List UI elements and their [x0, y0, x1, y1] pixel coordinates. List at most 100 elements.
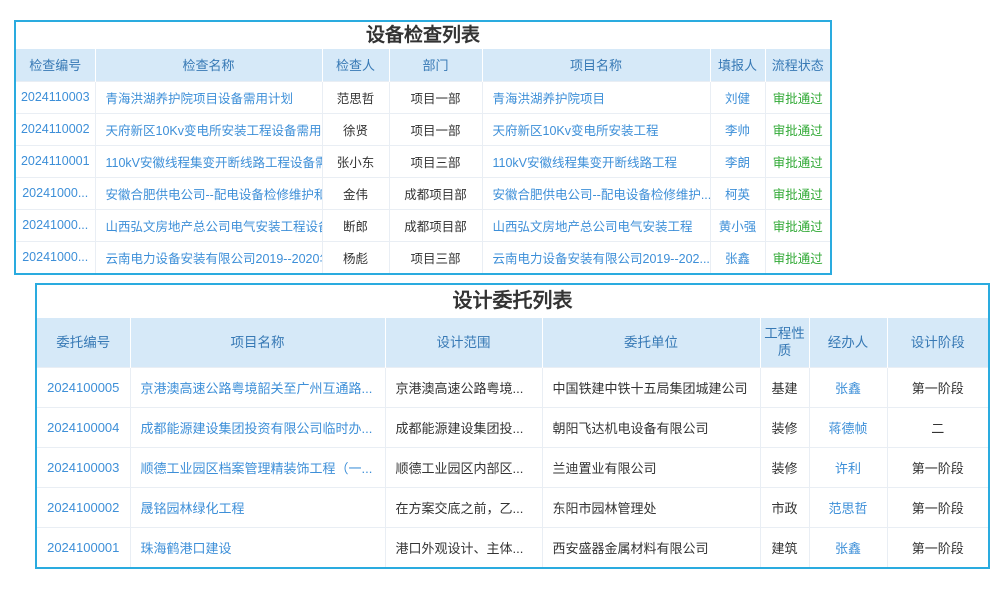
department-name: 成都项目部 [389, 177, 482, 209]
inspection-id-link[interactable]: 20241000... [16, 209, 95, 241]
commission-id-link[interactable]: 2024100001 [37, 527, 130, 567]
table-row: 2024110001110kV安徽线程集变开断线路工程设备需...张小东项目三部… [16, 145, 830, 177]
project-type: 装修 [760, 447, 809, 487]
equipment-inspection-list-panel: 设备检查列表 检查编号检查名称检查人部门项目名称填报人流程状态 20241100… [14, 20, 832, 275]
inspector-name: 范思哲 [322, 81, 389, 113]
client-unit: 西安盛器金属材料有限公司 [542, 527, 760, 567]
inspection-id-link[interactable]: 2024110002 [16, 113, 95, 145]
flow-status: 审批通过 [765, 113, 830, 145]
project-name-link[interactable]: 天府新区10Kv变电所安装工程 [482, 113, 710, 145]
table-row: 2024100004成都能源建设集团投资有限公司临时办...成都能源建设集团投.… [37, 407, 988, 447]
column-header-commission-id: 委托编号 [37, 318, 130, 367]
inspection-name-link[interactable]: 110kV安徽线程集变开断线路工程设备需... [95, 145, 322, 177]
inspection-name-link[interactable]: 云南电力设备安装有限公司2019--2020年... [95, 241, 322, 273]
flow-status: 审批通过 [765, 81, 830, 113]
project-name-link[interactable]: 京港澳高速公路粤境韶关至广州互通路... [130, 367, 385, 407]
commission-id-link[interactable]: 2024100003 [37, 447, 130, 487]
client-unit: 中国铁建中铁十五局集团城建公司 [542, 367, 760, 407]
design-list-title: 设计委托列表 [37, 285, 988, 318]
column-header-design-stage: 设计阶段 [887, 318, 988, 367]
column-header-project-type: 工程性质 [760, 318, 809, 367]
reporter-name-link[interactable]: 黄小强 [710, 209, 765, 241]
column-header-inspection-id: 检查编号 [16, 49, 95, 81]
department-name: 成都项目部 [389, 209, 482, 241]
table-row: 2024100002晟铭园林绿化工程在方案交底之前，乙...东阳市园林管理处市政… [37, 487, 988, 527]
client-unit: 朝阳飞达机电设备有限公司 [542, 407, 760, 447]
flow-status: 审批通过 [765, 145, 830, 177]
inspection-name-link[interactable]: 安徽合肥供电公司--配电设备检修维护和... [95, 177, 322, 209]
header-row: 委托编号项目名称设计范围委托单位工程性质经办人设计阶段 [37, 318, 988, 367]
reporter-name-link[interactable]: 李朗 [710, 145, 765, 177]
operator-name-link[interactable]: 许利 [809, 447, 887, 487]
inspection-name-link[interactable]: 山西弘文房地产总公司电气安装工程设备... [95, 209, 322, 241]
client-unit: 兰迪置业有限公司 [542, 447, 760, 487]
project-name-link[interactable]: 晟铭园林绿化工程 [130, 487, 385, 527]
operator-name-link[interactable]: 范思哲 [809, 487, 887, 527]
commission-id-link[interactable]: 2024100002 [37, 487, 130, 527]
design-scope: 成都能源建设集团投... [385, 407, 542, 447]
design-commission-table: 委托编号项目名称设计范围委托单位工程性质经办人设计阶段 2024100005京港… [37, 318, 988, 567]
reporter-name-link[interactable]: 刘健 [710, 81, 765, 113]
table-row: 20241000...安徽合肥供电公司--配电设备检修维护和...金伟成都项目部… [16, 177, 830, 209]
inspector-name: 张小东 [322, 145, 389, 177]
project-name-link[interactable]: 云南电力设备安装有限公司2019--202... [482, 241, 710, 273]
design-stage: 第一阶段 [887, 527, 988, 567]
column-header-operator-name: 经办人 [809, 318, 887, 367]
department-name: 项目一部 [389, 113, 482, 145]
flow-status: 审批通过 [765, 209, 830, 241]
design-scope: 京港澳高速公路粤境... [385, 367, 542, 407]
column-header-reporter-name: 填报人 [710, 49, 765, 81]
inspection-id-link[interactable]: 20241000... [16, 177, 95, 209]
project-name-link[interactable]: 安徽合肥供电公司--配电设备检修维护... [482, 177, 710, 209]
design-commission-list-panel: 设计委托列表 委托编号项目名称设计范围委托单位工程性质经办人设计阶段 20241… [35, 283, 990, 569]
operator-name-link[interactable]: 张鑫 [809, 527, 887, 567]
column-header-department-name: 部门 [389, 49, 482, 81]
commission-id-link[interactable]: 2024100004 [37, 407, 130, 447]
design-stage: 第一阶段 [887, 487, 988, 527]
equipment-inspection-table: 检查编号检查名称检查人部门项目名称填报人流程状态 2024110003青海洪湖养… [16, 49, 830, 273]
inspector-name: 徐贤 [322, 113, 389, 145]
project-type: 装修 [760, 407, 809, 447]
flow-status: 审批通过 [765, 177, 830, 209]
table-row: 20241000...山西弘文房地产总公司电气安装工程设备...断郎成都项目部山… [16, 209, 830, 241]
inspection-name-link[interactable]: 青海洪湖养护院项目设备需用计划 [95, 81, 322, 113]
table-row: 2024100003顺德工业园区档案管理精装饰工程（一...顺德工业园区内部区.… [37, 447, 988, 487]
inspection-id-link[interactable]: 2024110003 [16, 81, 95, 113]
reporter-name-link[interactable]: 柯英 [710, 177, 765, 209]
project-name-link[interactable]: 成都能源建设集团投资有限公司临时办... [130, 407, 385, 447]
column-header-inspector-name: 检查人 [322, 49, 389, 81]
project-name-link[interactable]: 珠海鹤港口建设 [130, 527, 385, 567]
column-header-flow-status: 流程状态 [765, 49, 830, 81]
flow-status: 审批通过 [765, 241, 830, 273]
client-unit: 东阳市园林管理处 [542, 487, 760, 527]
project-name-link[interactable]: 顺德工业园区档案管理精装饰工程（一... [130, 447, 385, 487]
table-row: 2024100001珠海鹤港口建设港口外观设计、主体...西安盛器金属材料有限公… [37, 527, 988, 567]
inspector-name: 金伟 [322, 177, 389, 209]
operator-name-link[interactable]: 张鑫 [809, 367, 887, 407]
column-header-design-scope: 设计范围 [385, 318, 542, 367]
department-name: 项目三部 [389, 145, 482, 177]
table-row: 2024110002天府新区10Kv变电所安装工程设备需用计划徐贤项目一部天府新… [16, 113, 830, 145]
project-name-link[interactable]: 青海洪湖养护院项目 [482, 81, 710, 113]
inspection-id-link[interactable]: 2024110001 [16, 145, 95, 177]
table-row: 2024100005京港澳高速公路粤境韶关至广州互通路...京港澳高速公路粤境.… [37, 367, 988, 407]
project-name-link[interactable]: 110kV安徽线程集变开断线路工程 [482, 145, 710, 177]
reporter-name-link[interactable]: 张鑫 [710, 241, 765, 273]
design-stage: 第一阶段 [887, 367, 988, 407]
inspection-id-link[interactable]: 20241000... [16, 241, 95, 273]
project-type: 建筑 [760, 527, 809, 567]
column-header-inspection-name: 检查名称 [95, 49, 322, 81]
column-header-project-name: 项目名称 [482, 49, 710, 81]
column-header-project-name: 项目名称 [130, 318, 385, 367]
inspection-name-link[interactable]: 天府新区10Kv变电所安装工程设备需用计划 [95, 113, 322, 145]
commission-id-link[interactable]: 2024100005 [37, 367, 130, 407]
project-name-link[interactable]: 山西弘文房地产总公司电气安装工程 [482, 209, 710, 241]
header-row: 检查编号检查名称检查人部门项目名称填报人流程状态 [16, 49, 830, 81]
department-name: 项目一部 [389, 81, 482, 113]
design-stage: 二 [887, 407, 988, 447]
design-scope: 在方案交底之前，乙... [385, 487, 542, 527]
reporter-name-link[interactable]: 李帅 [710, 113, 765, 145]
design-scope: 顺德工业园区内部区... [385, 447, 542, 487]
project-type: 市政 [760, 487, 809, 527]
operator-name-link[interactable]: 蒋德帧 [809, 407, 887, 447]
